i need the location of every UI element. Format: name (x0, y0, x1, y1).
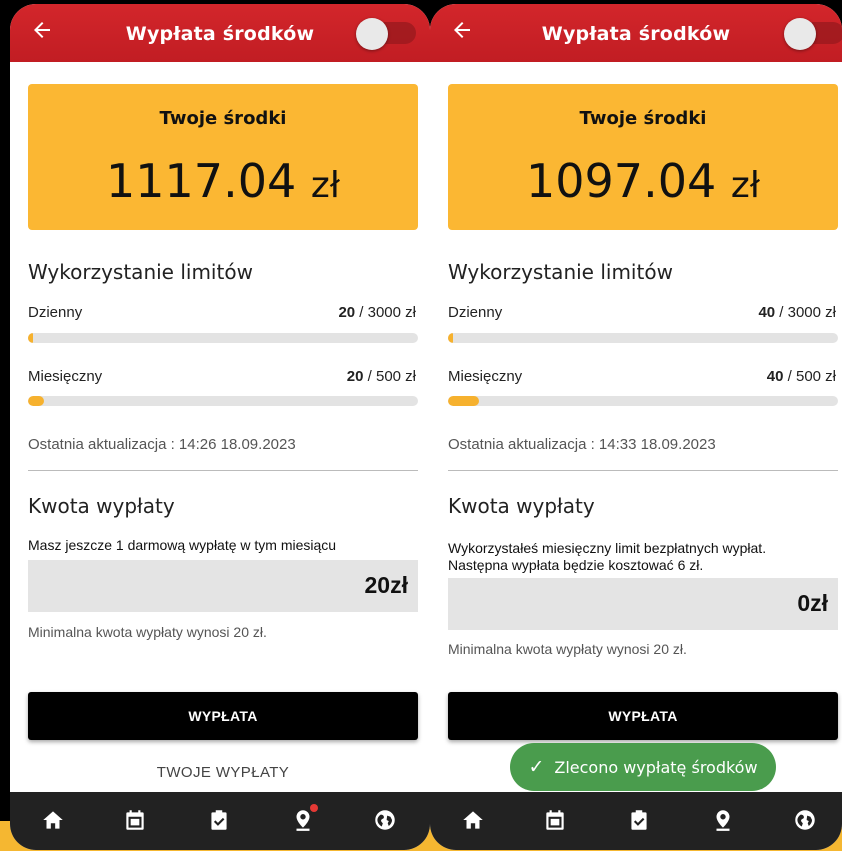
success-toast: ✓ Zlecono wypłatę środków (510, 743, 776, 791)
toggle-knob (784, 18, 816, 50)
nav-home[interactable] (40, 807, 66, 833)
balance-currency: zł (730, 165, 760, 206)
balance-card: Twoje środki 1097.04 zł (448, 84, 838, 230)
daily-limit-value: 40 / 3000 zł (758, 304, 836, 321)
daily-limit-label: Dzienny (448, 304, 503, 321)
bottom-nav (430, 792, 842, 850)
payout-title: Kwota wypłaty (28, 494, 175, 518)
divider (448, 470, 838, 471)
balance-value: 1097.04 (526, 154, 717, 208)
nav-tasks[interactable] (206, 807, 232, 833)
nav-calendar[interactable] (542, 807, 568, 833)
globe-icon (375, 810, 395, 830)
balance-amount: 1097.04 zł (448, 154, 838, 208)
daily-limit-bar (448, 333, 838, 343)
notification-dot (310, 804, 318, 812)
daily-used: 40 (758, 304, 776, 321)
daily-limit: / 3000 zł (775, 304, 836, 321)
bottom-nav (10, 792, 430, 850)
daily-limit: / 3000 zł (355, 304, 416, 321)
payout-title: Kwota wypłaty (448, 494, 595, 518)
balance-label: Twoje środki (579, 108, 707, 129)
monthly-limit-bar (448, 396, 838, 406)
home-icon (43, 811, 63, 829)
page-title: Wypłata środków (541, 23, 731, 45)
my-payouts-button[interactable]: TWOJE WYPŁATY (28, 758, 418, 786)
nav-web[interactable] (372, 807, 398, 833)
monthly-limit-fill (28, 396, 44, 406)
monthly-limit-value: 40 / 500 zł (767, 368, 836, 385)
monthly-limit-bar (28, 396, 418, 406)
monthly-used: 40 (766, 368, 784, 385)
clipboard-check-icon (211, 810, 227, 830)
monthly-limit-value: 20 / 500 zł (347, 368, 416, 385)
phone-screen-after: Wypłata środków Twoje środki 1097.04 zł … (430, 4, 842, 850)
monthly-limit: / 500 zł (363, 368, 416, 385)
min-amount-note: Minimalna kwota wypłaty wynosi 20 zł. (448, 641, 687, 657)
app-bar: Wypłata środków (430, 4, 842, 62)
payout-amount-input[interactable]: 0zł (448, 578, 838, 630)
daily-limit-fill (448, 333, 454, 343)
monthly-limit-label: Miesięczny (28, 368, 103, 385)
phone-screen-before: Wypłata środków Twoje środki 1117.04 zł … (10, 4, 430, 850)
payout-info: Masz jeszcze 1 darmową wypłatę w tym mie… (28, 537, 337, 553)
last-update: Ostatnia aktualizacja : 14:33 18.09.2023 (448, 436, 716, 453)
nav-map[interactable] (290, 804, 318, 833)
monthly-limit: / 500 zł (783, 368, 836, 385)
payout-amount-value: 0zł (797, 590, 828, 616)
daily-limit-value: 20 / 3000 zł (338, 304, 416, 321)
nav-map[interactable] (710, 807, 736, 833)
payout-amount-input[interactable]: 20zł (28, 560, 418, 612)
daily-limit-bar (28, 333, 418, 343)
calendar-icon (126, 810, 144, 830)
app-bar: Wypłata środków (10, 4, 430, 62)
payout-amount-value: 20zł (364, 572, 408, 598)
balance-currency: zł (310, 165, 340, 206)
toggle-switch[interactable] (784, 18, 842, 50)
toggle-switch[interactable] (356, 18, 418, 50)
limits-title: Wykorzystanie limitów (28, 260, 253, 284)
check-icon: ✓ (528, 756, 545, 778)
last-update: Ostatnia aktualizacja : 14:26 18.09.2023 (28, 436, 296, 453)
daily-limit-label: Dzienny (28, 304, 83, 321)
daily-used: 20 (338, 304, 356, 321)
balance-value: 1117.04 (106, 154, 297, 208)
clipboard-check-icon (631, 810, 647, 830)
payout-info: Wykorzystałeś miesięczny limit bezpłatny… (448, 540, 767, 573)
min-amount-note: Minimalna kwota wypłaty wynosi 20 zł. (28, 624, 267, 640)
balance-amount: 1117.04 zł (28, 154, 418, 208)
monthly-limit-label: Miesięczny (448, 368, 523, 385)
nav-calendar[interactable] (122, 807, 148, 833)
nav-home[interactable] (460, 807, 486, 833)
limits-title: Wykorzystanie limitów (448, 260, 673, 284)
monthly-limit-fill (448, 396, 480, 406)
balance-card: Twoje środki 1117.04 zł (28, 84, 418, 230)
calendar-icon (546, 810, 564, 830)
daily-limit-fill (28, 333, 33, 343)
toggle-knob (356, 18, 388, 50)
globe-icon (795, 810, 815, 830)
payout-button[interactable]: WYPŁATA (448, 692, 838, 740)
monthly-used: 20 (346, 368, 364, 385)
toast-message: Zlecono wypłatę środków (554, 757, 758, 777)
divider (28, 470, 418, 471)
balance-label: Twoje środki (159, 108, 287, 129)
nav-web[interactable] (792, 807, 818, 833)
map-pin-icon (716, 810, 730, 831)
payout-button[interactable]: WYPŁATA (28, 692, 418, 740)
nav-tasks[interactable] (626, 807, 652, 833)
home-icon (463, 811, 483, 829)
